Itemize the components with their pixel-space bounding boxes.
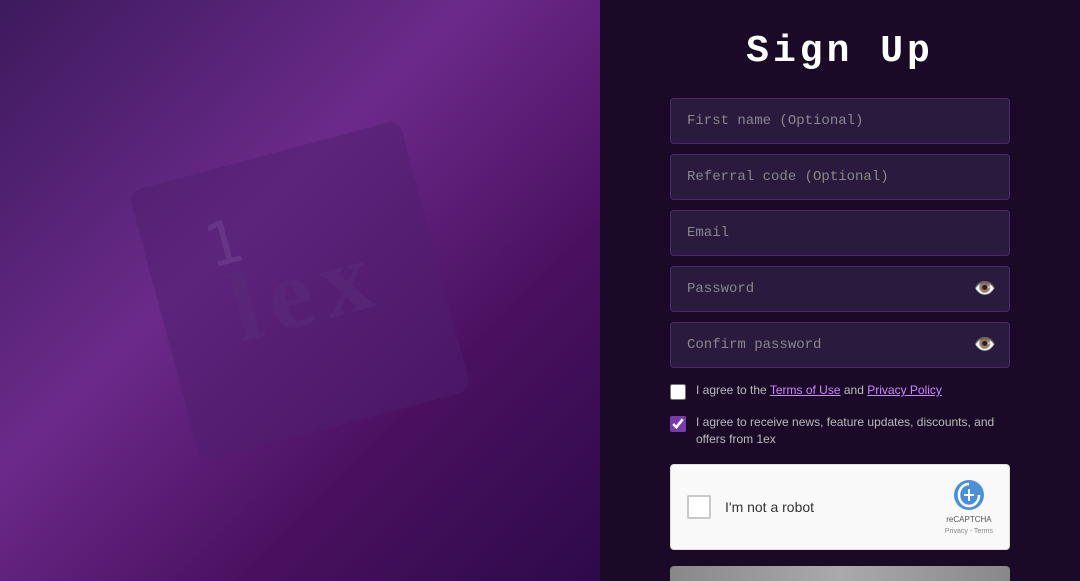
page-title: Sign Up (746, 30, 934, 73)
password-input[interactable] (670, 266, 1010, 312)
referral-code-wrapper (670, 154, 1010, 200)
offers-checkbox[interactable] (670, 416, 686, 432)
confirm-password-wrapper: 👁️ (670, 322, 1010, 368)
password-toggle-icon[interactable]: 👁️ (974, 278, 996, 300)
email-wrapper (670, 210, 1010, 256)
offers-checkbox-row: I agree to receive news, feature updates… (670, 414, 1010, 448)
confirm-password-input[interactable] (670, 322, 1010, 368)
sign-up-button[interactable]: SIGN UP (670, 566, 1010, 581)
confirm-password-toggle-icon[interactable]: 👁️ (974, 334, 996, 356)
terms-label-prefix: I agree to the (696, 383, 770, 397)
terms-of-use-link[interactable]: Terms of Use (770, 383, 841, 397)
terms-label: I agree to the Terms of Use and Privacy … (696, 382, 942, 399)
privacy-policy-link[interactable]: Privacy Policy (867, 383, 942, 397)
referral-code-input[interactable] (670, 154, 1010, 200)
email-input[interactable] (670, 210, 1010, 256)
logo-card: 1 l e x (129, 119, 472, 462)
logo-card-inner: 1 l e x (129, 119, 472, 462)
right-panel: Sign Up 👁️ 👁️ I agree to the (600, 0, 1080, 581)
password-wrapper: 👁️ (670, 266, 1010, 312)
left-panel: 1 l e x (0, 0, 600, 581)
recaptcha-links: Privacy - Terms (945, 528, 993, 535)
first-name-input[interactable] (670, 98, 1010, 144)
recaptcha-checkbox[interactable] (687, 495, 711, 519)
first-name-wrapper (670, 98, 1010, 144)
recaptcha-widget[interactable]: I'm not a robot reCAPTCHA Privacy - Term… (670, 464, 1010, 550)
terms-label-middle: and (844, 383, 867, 397)
recaptcha-logo-icon (953, 479, 985, 511)
offers-label: I agree to receive news, feature updates… (696, 414, 1010, 448)
recaptcha-right: reCAPTCHA Privacy - Terms (945, 479, 993, 535)
recaptcha-label: I'm not a robot (725, 499, 814, 515)
terms-checkbox-row: I agree to the Terms of Use and Privacy … (670, 382, 1010, 400)
recaptcha-branding: reCAPTCHA (946, 515, 991, 524)
logo-text: l e x (216, 217, 383, 365)
logo-number: 1 (197, 205, 250, 282)
terms-checkbox[interactable] (670, 384, 686, 400)
recaptcha-left: I'm not a robot (687, 495, 814, 519)
signup-form: 👁️ 👁️ I agree to the Terms of Use and Pr… (670, 98, 1010, 581)
